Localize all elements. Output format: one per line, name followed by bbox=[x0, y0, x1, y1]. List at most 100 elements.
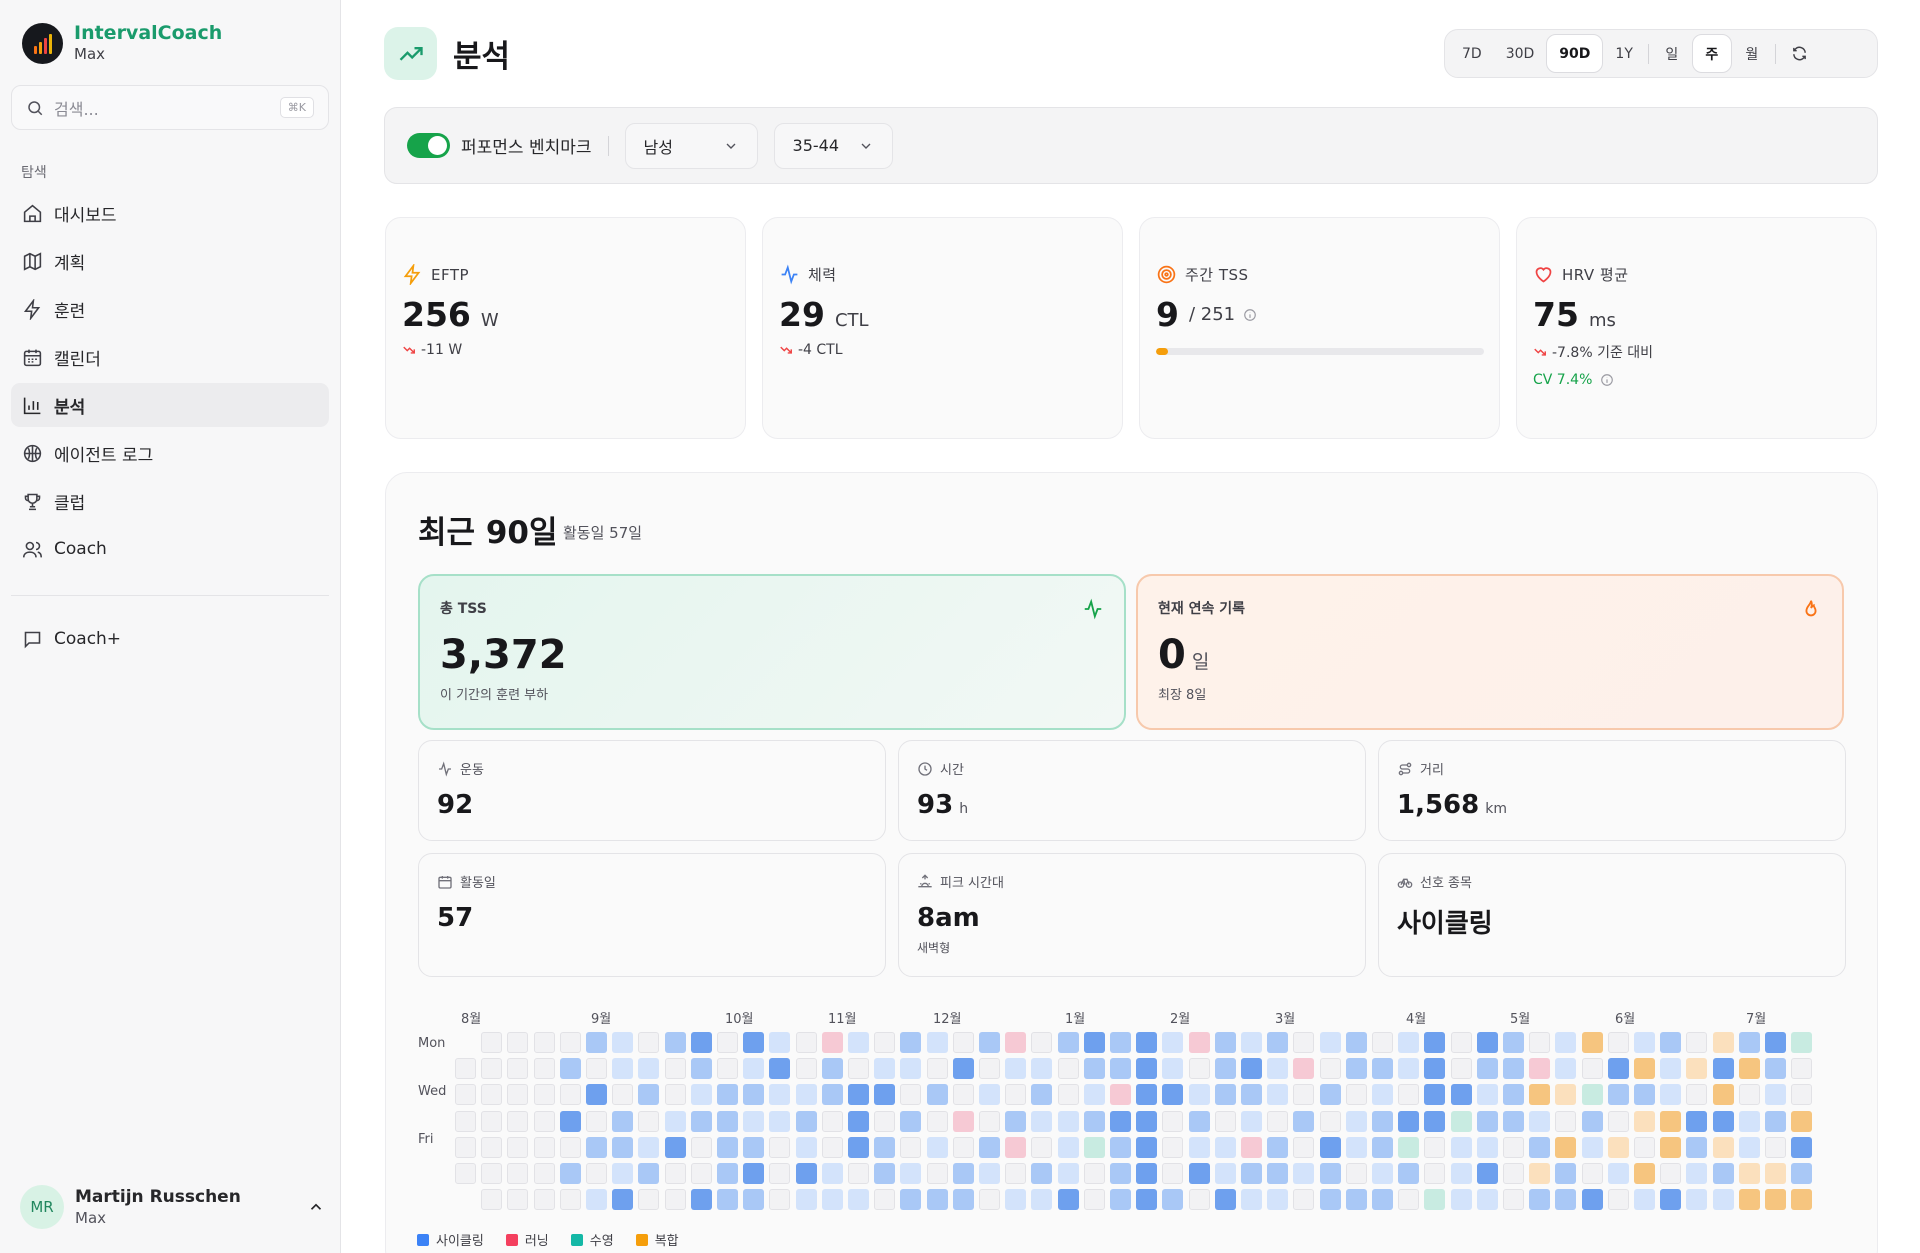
heatmap-cell[interactable] bbox=[1738, 1084, 1760, 1106]
heatmap-cell[interactable] bbox=[952, 1110, 974, 1132]
granularity-day-button[interactable]: 일 bbox=[1652, 34, 1692, 73]
heatmap-cell[interactable] bbox=[874, 1163, 896, 1184]
heatmap-cell[interactable] bbox=[1424, 1163, 1446, 1184]
heatmap-cell[interactable] bbox=[1555, 1110, 1577, 1132]
heatmap-cell[interactable] bbox=[1398, 1163, 1420, 1184]
heatmap-cell[interactable] bbox=[1057, 1032, 1079, 1053]
heatmap-cell[interactable] bbox=[1005, 1110, 1027, 1132]
heatmap-cell[interactable] bbox=[1110, 1058, 1131, 1080]
peak-time-card[interactable]: 피크 시간대 8am 새벽형 bbox=[898, 853, 1366, 977]
heatmap-cell[interactable] bbox=[1162, 1110, 1184, 1132]
heatmap-cell[interactable] bbox=[1293, 1084, 1315, 1106]
heatmap-cell[interactable] bbox=[1503, 1084, 1524, 1106]
info-icon[interactable] bbox=[1600, 373, 1614, 387]
heatmap-cell[interactable] bbox=[1241, 1163, 1262, 1184]
sidebar-item-plan[interactable]: 계획 bbox=[11, 239, 329, 283]
heatmap-cell[interactable] bbox=[1293, 1110, 1315, 1132]
favorite-sport-card[interactable]: 선호 종목 사이클링 bbox=[1378, 853, 1846, 977]
heatmap-cell[interactable] bbox=[769, 1058, 791, 1080]
heatmap-cell[interactable] bbox=[1031, 1084, 1053, 1106]
heatmap-cell[interactable] bbox=[1738, 1058, 1760, 1080]
heatmap-cell[interactable] bbox=[1660, 1136, 1682, 1158]
heatmap-cell[interactable] bbox=[1607, 1163, 1629, 1184]
heatmap-cell[interactable] bbox=[1712, 1032, 1734, 1053]
heatmap-cell[interactable] bbox=[1136, 1136, 1158, 1158]
heatmap-cell[interactable] bbox=[979, 1163, 1000, 1184]
heatmap-cell[interactable] bbox=[1083, 1032, 1105, 1053]
heatmap-cell[interactable] bbox=[1214, 1058, 1236, 1080]
heatmap-cell[interactable] bbox=[1686, 1058, 1708, 1080]
heatmap-cell[interactable] bbox=[1110, 1163, 1131, 1184]
heatmap-cell[interactable] bbox=[1791, 1032, 1813, 1053]
heatmap-cell[interactable] bbox=[979, 1032, 1000, 1053]
heatmap-cell[interactable] bbox=[1686, 1032, 1708, 1053]
heatmap-cell[interactable] bbox=[1607, 1058, 1629, 1080]
heatmap-cell[interactable] bbox=[1214, 1110, 1236, 1132]
brand[interactable]: IntervalCoach Max bbox=[22, 22, 222, 64]
sidebar-item-agent-log[interactable]: 에이전트 로그 bbox=[11, 431, 329, 475]
heatmap-cell[interactable] bbox=[874, 1084, 896, 1106]
heatmap-cell[interactable] bbox=[1162, 1058, 1184, 1080]
heatmap-cell[interactable] bbox=[1319, 1084, 1341, 1106]
heatmap-cell[interactable] bbox=[1450, 1058, 1472, 1080]
heatmap-cell[interactable] bbox=[1031, 1136, 1053, 1158]
heatmap-cell[interactable] bbox=[533, 1163, 555, 1184]
heatmap-cell[interactable] bbox=[1765, 1189, 1786, 1211]
heatmap-cell[interactable] bbox=[1372, 1032, 1393, 1053]
heatmap-cell[interactable] bbox=[481, 1189, 503, 1211]
heatmap-cell[interactable] bbox=[1712, 1084, 1734, 1106]
heatmap-cell[interactable] bbox=[1529, 1084, 1551, 1106]
heatmap-cell[interactable] bbox=[1581, 1110, 1603, 1132]
total-tss-card[interactable]: 총 TSS 3,372 이 기간의 훈련 부하 bbox=[418, 574, 1126, 730]
heatmap-cell[interactable] bbox=[1529, 1189, 1551, 1211]
heatmap-cell[interactable] bbox=[1555, 1032, 1577, 1053]
heatmap-cell[interactable] bbox=[717, 1084, 738, 1106]
heatmap-cell[interactable] bbox=[1450, 1032, 1472, 1053]
heatmap-cell[interactable] bbox=[821, 1163, 843, 1184]
heatmap-cell[interactable] bbox=[952, 1136, 974, 1158]
heatmap-cell[interactable] bbox=[979, 1084, 1000, 1106]
heatmap-cell[interactable] bbox=[612, 1163, 634, 1184]
heatmap-cell[interactable] bbox=[1083, 1110, 1105, 1132]
heatmap-cell[interactable] bbox=[1660, 1084, 1682, 1106]
heatmap-cell[interactable] bbox=[1267, 1110, 1289, 1132]
heatmap-cell[interactable] bbox=[1241, 1084, 1262, 1106]
sidebar-item-dashboard[interactable]: 대시보드 bbox=[11, 191, 329, 235]
fitness-card[interactable]: 체력 29 CTL -4 CTL bbox=[762, 217, 1123, 439]
heatmap-cell[interactable] bbox=[1476, 1058, 1498, 1080]
heatmap-cell[interactable] bbox=[926, 1084, 948, 1106]
heatmap-cell[interactable] bbox=[1293, 1163, 1315, 1184]
heatmap-cell[interactable] bbox=[1398, 1110, 1420, 1132]
heatmap-cell[interactable] bbox=[481, 1084, 503, 1106]
hrv-card[interactable]: HRV 평균 75 ms -7.8% 기준 대비 CV 7.4% bbox=[1516, 217, 1877, 439]
heatmap-cell[interactable] bbox=[769, 1136, 791, 1158]
heatmap-cell[interactable] bbox=[1214, 1136, 1236, 1158]
heatmap-cell[interactable] bbox=[455, 1163, 476, 1184]
heatmap-cell[interactable] bbox=[1634, 1136, 1655, 1158]
heatmap-cell[interactable] bbox=[743, 1136, 765, 1158]
heatmap-cell[interactable] bbox=[612, 1032, 634, 1053]
heatmap-cell[interactable] bbox=[900, 1189, 922, 1211]
heatmap-cell[interactable] bbox=[1398, 1032, 1420, 1053]
heatmap-cell[interactable] bbox=[1555, 1084, 1577, 1106]
heatmap-cell[interactable] bbox=[1162, 1163, 1184, 1184]
heatmap-cell[interactable] bbox=[638, 1110, 660, 1132]
heatmap-cell[interactable] bbox=[1110, 1032, 1131, 1053]
heatmap-cell[interactable] bbox=[1738, 1032, 1760, 1053]
heatmap-cell[interactable] bbox=[455, 1058, 476, 1080]
sidebar-item-calendar[interactable]: 캘린더 bbox=[11, 335, 329, 379]
heatmap-cell[interactable] bbox=[455, 1110, 476, 1132]
heatmap-cell[interactable] bbox=[638, 1136, 660, 1158]
heatmap-cell[interactable] bbox=[1057, 1163, 1079, 1184]
heatmap-cell[interactable] bbox=[638, 1163, 660, 1184]
heatmap-cell[interactable] bbox=[559, 1136, 581, 1158]
heatmap-cell[interactable] bbox=[638, 1032, 660, 1053]
heatmap-cell[interactable] bbox=[559, 1189, 581, 1211]
heatmap-cell[interactable] bbox=[1686, 1110, 1708, 1132]
heatmap-cell[interactable] bbox=[586, 1163, 607, 1184]
sidebar-item-club[interactable]: 클럽 bbox=[11, 479, 329, 523]
heatmap-cell[interactable] bbox=[1345, 1110, 1367, 1132]
heatmap-cell[interactable] bbox=[1555, 1189, 1577, 1211]
heatmap-cell[interactable] bbox=[1293, 1136, 1315, 1158]
heatmap-cell[interactable] bbox=[1267, 1189, 1289, 1211]
